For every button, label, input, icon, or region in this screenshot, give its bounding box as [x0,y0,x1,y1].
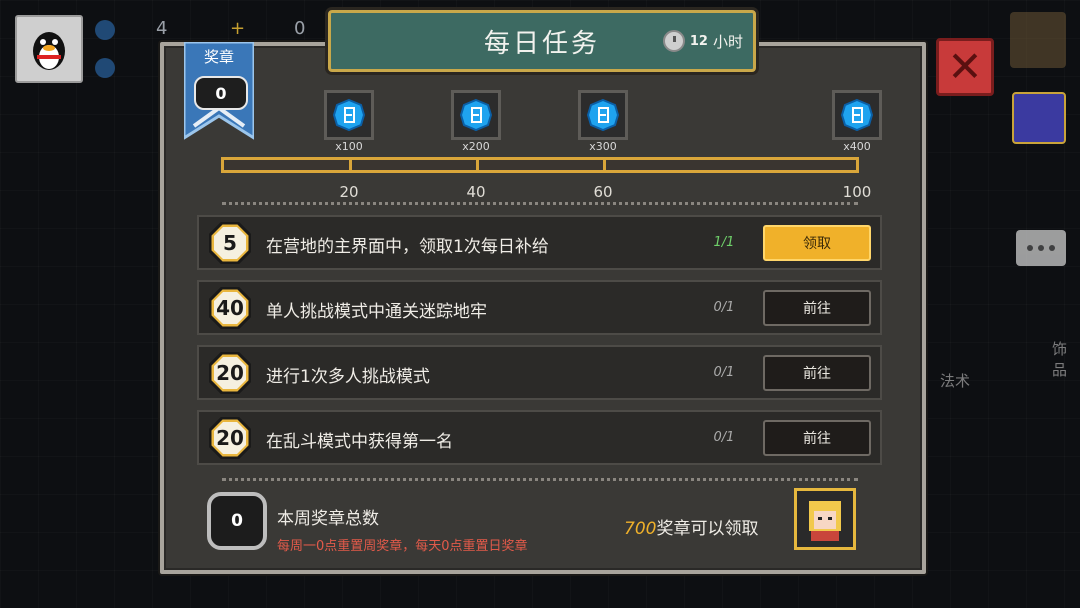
goto-button[interactable]: 前往 [763,420,871,456]
reward-character-portrait[interactable] [794,488,856,550]
reset-timer: 12 小时 [662,30,743,52]
dialog-title-banner: 每日任务 12 小时 [328,10,756,72]
reward-item[interactable]: x100 [320,90,378,153]
medal-label: 奖章 [203,48,234,66]
timer-unit: 小时 [712,32,743,51]
task-description: 在乱斗模式中获得第一名 [266,432,453,452]
task-progress: 1/1 [713,235,735,250]
scroll-icon[interactable] [1010,12,1066,68]
progress-tick-label: 60 [593,183,613,201]
goto-button[interactable]: 前往 [763,355,871,391]
medal-value: 0 [194,76,248,110]
task-points-badge: 40 [209,287,251,329]
blue-gem-icon [332,98,366,132]
chat-dot [1038,245,1044,251]
reward-slot [451,90,501,140]
task-progress: 0/1 [713,300,735,315]
reset-note: 每周一0点重置周奖章，每天0点重置日奖章 [277,539,528,554]
task-points: 40 [216,296,244,320]
progress-divider [349,157,352,173]
claimable-medal-text: 700奖章可以领取 [624,514,758,539]
task-points: 20 [216,426,244,450]
side-label-spell: 法术 [940,372,971,390]
progress-tick-label: 20 [339,183,359,201]
divider-line [222,478,858,481]
progress-tick-label: 100 [842,183,872,201]
coin-icon [95,58,115,78]
reward-slot [578,90,628,140]
side-label-accessories: 饰品 [1052,340,1068,379]
reward-quantity: x300 [589,140,617,153]
chat-button[interactable] [1016,230,1066,266]
progress-divider [603,157,606,173]
divider-line [222,202,858,205]
task-progress: 0/1 [713,430,735,445]
reward-item[interactable]: x200 [447,90,505,153]
task-points: 5 [223,231,237,255]
dialog-title: 每日任务 [483,28,600,59]
task-description: 进行1次多人挑战模式 [266,367,430,387]
task-row: 20 在乱斗模式中获得第一名 0/1 前往 [197,410,882,465]
medal-progress-bar [221,157,859,173]
close-button[interactable]: ✕ [936,38,994,96]
chat-dot [1049,245,1055,251]
close-icon: ✕ [947,42,983,91]
task-row: 20 进行1次多人挑战模式 0/1 前往 [197,345,882,400]
task-row: 40 单人挑战模式中通关迷踪地牢 0/1 前往 [197,280,882,335]
goto-button[interactable]: 前往 [763,290,871,326]
progress-tick-label: 40 [466,183,486,201]
task-points: 20 [216,361,244,385]
claimable-medal-label: 奖章可以领取 [656,519,759,539]
task-row: 5 在营地的主界面中，领取1次每日补给 1/1 领取 [197,215,882,270]
task-description: 在营地的主界面中，领取1次每日补给 [266,237,549,257]
penguin-avatar-icon [33,32,65,70]
reward-slot [832,90,882,140]
reward-item[interactable]: x400 [828,90,886,153]
claimable-medal-number: 700 [624,519,657,539]
task-points-badge: 5 [209,222,251,264]
player-avatar-button[interactable] [15,15,83,83]
gem-count: 4 [156,18,168,39]
weekly-medal-count: 0 [207,492,267,550]
plus-icon: + [230,18,246,39]
reward-slot [324,90,374,140]
task-description: 单人挑战模式中通关迷踪地牢 [266,302,487,322]
reward-item[interactable]: x300 [574,90,632,153]
reward-quantity: x200 [462,140,490,153]
blue-gem-icon [840,98,874,132]
weekly-medal-title: 本周奖章总数 [277,509,379,529]
task-progress: 0/1 [713,365,735,380]
blue-gem-icon [459,98,493,132]
blue-gem-icon [586,98,620,132]
box-count: 0 [294,18,306,39]
task-points-badge: 20 [209,352,251,394]
clock-icon [662,30,685,52]
progress-divider [476,157,479,173]
reward-quantity: x400 [843,140,871,153]
chat-dot [1027,245,1033,251]
task-points-badge: 20 [209,417,251,459]
reward-quantity: x100 [335,140,363,153]
timer-value: 12 [689,33,708,49]
gift-icon[interactable] [1012,92,1066,144]
gem-icon [95,20,115,40]
medal-ribbon: 奖章 0 [184,42,254,140]
claim-button[interactable]: 领取 [763,225,871,261]
character-portrait-icon [809,501,841,541]
